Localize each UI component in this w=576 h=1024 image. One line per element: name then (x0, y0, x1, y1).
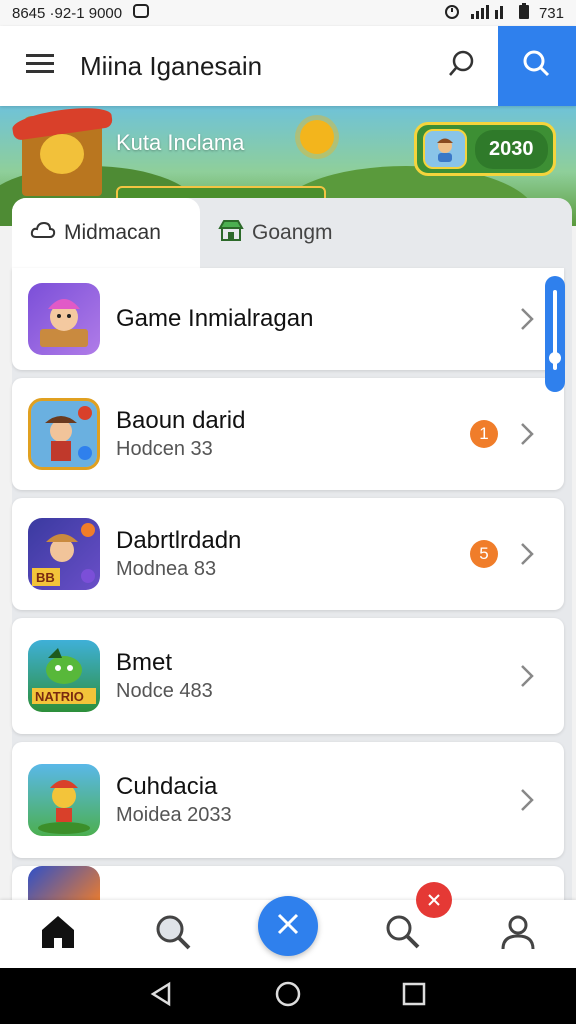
close-fab-button[interactable] (258, 896, 318, 956)
nav-search[interactable] (138, 900, 208, 968)
tab-label: Midmacan (64, 221, 161, 244)
list-item-subtitle: Modnea 83 (116, 558, 217, 580)
nav-profile[interactable] (483, 900, 553, 968)
status-time: 8645 ·92-1 9000 (12, 4, 123, 22)
game-icon: BB (28, 518, 100, 590)
hamburger-icon (24, 52, 56, 81)
list-item-subtitle: Hodcen 33 (116, 438, 213, 460)
account-search-button[interactable] (426, 26, 498, 106)
page-title: Miina Iganesain (80, 50, 263, 81)
chevron-right-icon (512, 539, 542, 569)
home-icon (38, 912, 78, 957)
status-clock: 731 (538, 4, 564, 22)
player-avatar (423, 129, 467, 169)
notification-badge: 1 (470, 420, 498, 448)
list-item-title: Dabrtlrdadn (116, 527, 242, 554)
list-item-title: Baoun darid (116, 407, 246, 434)
score-pill[interactable]: 2030 (414, 122, 556, 176)
menu-button[interactable] (0, 26, 80, 106)
search-icon (153, 912, 193, 957)
tab-goangm[interactable]: Goangm (200, 198, 351, 268)
back-icon[interactable] (149, 981, 175, 1012)
store-icon (218, 218, 244, 248)
chevron-right-icon (512, 304, 542, 334)
game-icon (28, 283, 100, 355)
notification-badge: 5 (470, 540, 498, 568)
tab-bar: Midmacan Goangm (12, 198, 572, 268)
cloud-icon (30, 219, 56, 247)
home-button-icon[interactable] (274, 980, 302, 1013)
alarm-icon (443, 2, 461, 24)
notification-badge (416, 882, 452, 918)
game-icon: NATRIO (28, 640, 100, 712)
notification-icon (132, 2, 150, 24)
nav-home[interactable] (23, 900, 93, 968)
chevron-right-icon (512, 785, 542, 815)
list-item-title: Game Inmialragan (116, 305, 314, 332)
search-button[interactable] (498, 26, 576, 106)
app-bar: Miina Iganesain (0, 26, 576, 106)
list-item[interactable]: NATRIO Bmet Nodce 483 (12, 618, 564, 734)
signal-icon (469, 2, 509, 24)
system-nav-bar (0, 968, 576, 1024)
close-icon (273, 909, 303, 944)
list-item-subtitle: Nodce 483 (116, 680, 213, 702)
chevron-right-icon (512, 661, 542, 691)
list-item[interactable]: Baoun darid Hodcen 33 1 (12, 378, 564, 490)
score-value: 2030 (475, 129, 548, 169)
battery-icon (517, 2, 531, 24)
tab-label: Goangm (252, 221, 333, 244)
chevron-right-icon (512, 419, 542, 449)
search-icon (521, 48, 553, 85)
scrollbar-handle[interactable] (549, 352, 561, 364)
tab-midmacan[interactable]: Midmacan (12, 198, 200, 268)
banner-character-illustration (40, 134, 84, 174)
recents-icon[interactable] (401, 981, 427, 1012)
profile-icon (498, 912, 538, 957)
list-item-title: Bmet (116, 649, 173, 676)
list-item[interactable]: Cuhdacia Moidea 2033 (12, 742, 564, 858)
status-bar: 8645 ·92-1 9000 731 (0, 0, 576, 26)
list-item[interactable]: Game Inmialragan (12, 268, 564, 370)
svg-text:NATRIO: NATRIO (35, 689, 84, 704)
svg-text:BB: BB (36, 570, 55, 585)
list-item[interactable]: BB Dabrtlrdadn Modnea 83 5 (12, 498, 564, 610)
game-icon (28, 398, 100, 470)
sun-icon (300, 120, 334, 154)
banner-title: Kuta Inclama (116, 130, 245, 155)
search-icon (383, 912, 423, 957)
game-icon (28, 764, 100, 836)
list-item-title: Cuhdacia (116, 773, 218, 800)
list-item-subtitle: Moidea 2033 (116, 804, 232, 826)
search-icon (446, 48, 478, 85)
